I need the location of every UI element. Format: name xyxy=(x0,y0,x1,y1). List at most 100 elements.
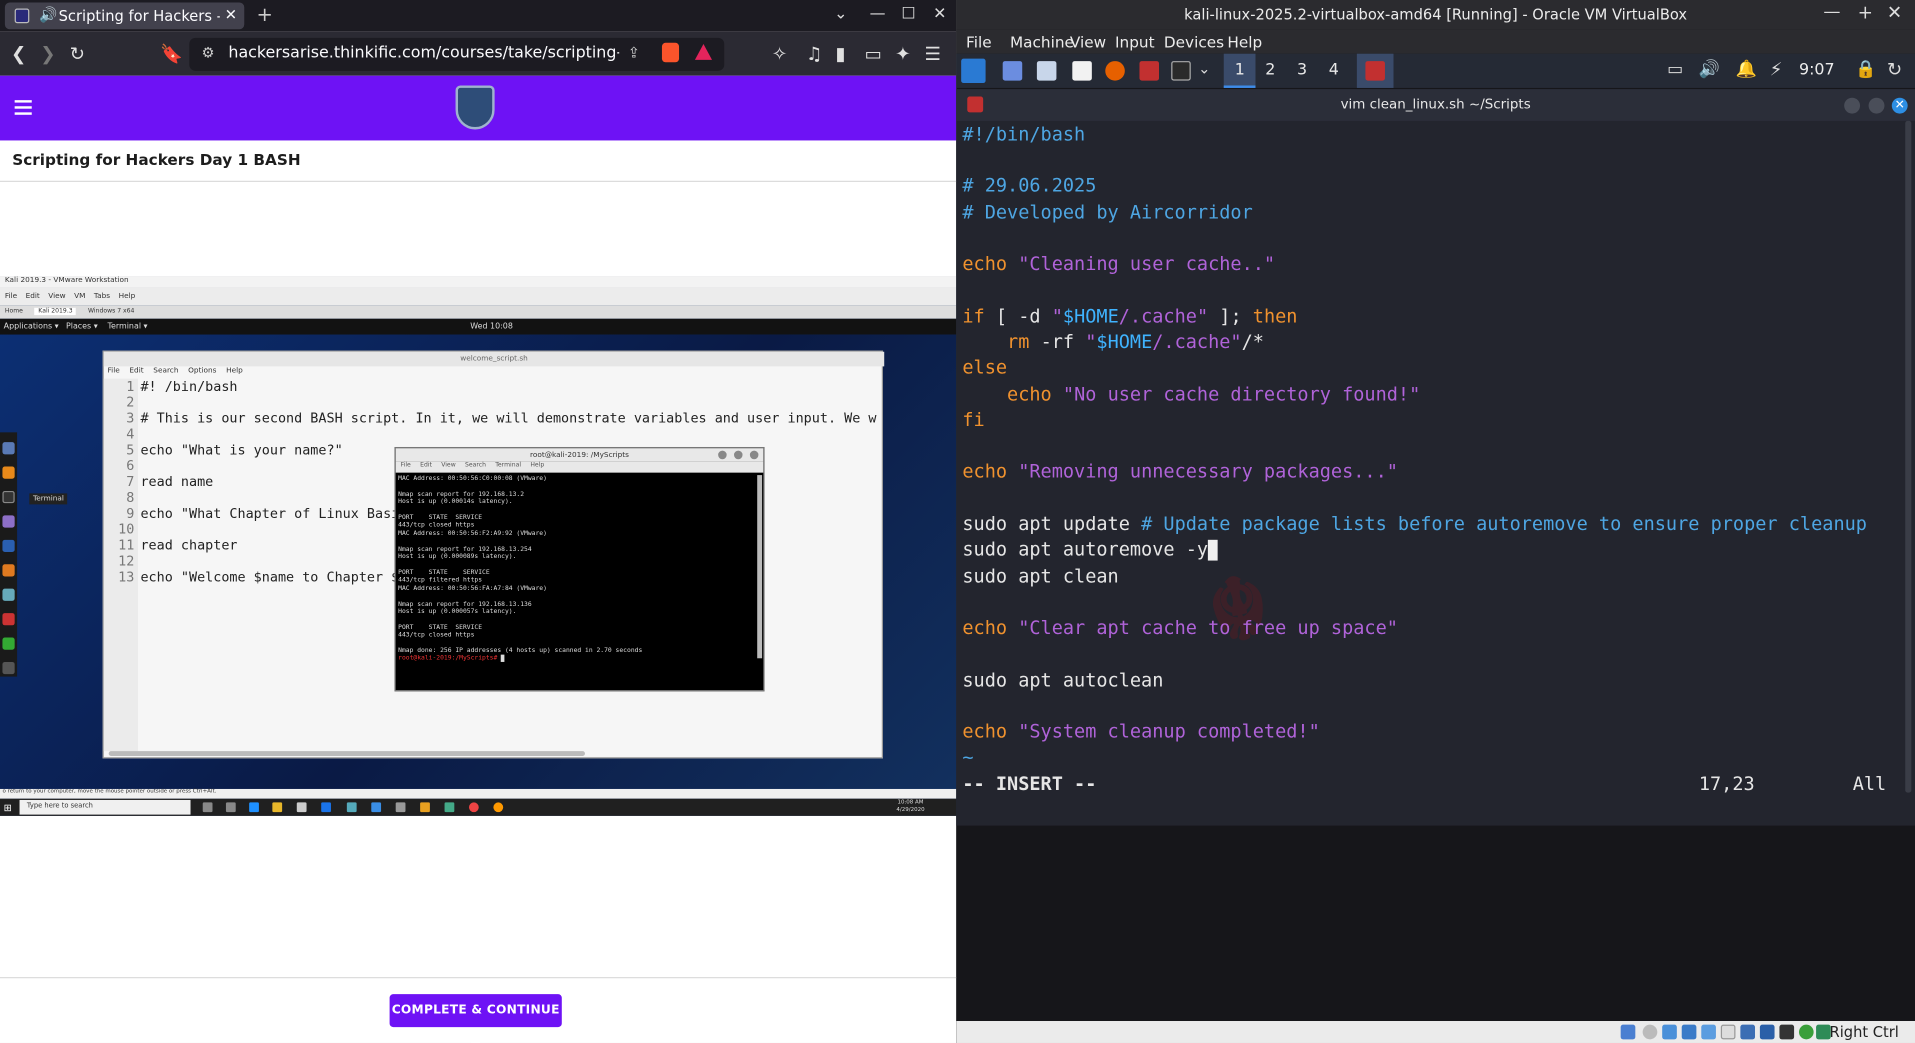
line-number: 9 xyxy=(126,505,135,522)
brave-rewards-icon[interactable] xyxy=(694,43,713,60)
terminal-minimize-icon xyxy=(718,450,727,460)
keyword: echo xyxy=(962,616,1008,639)
hamburger-menu-icon[interactable] xyxy=(14,100,32,115)
line-number: 2 xyxy=(126,394,135,411)
code-line: rm -rf "$HOME/.cache"/* xyxy=(962,331,1264,353)
guest-additions-icon[interactable] xyxy=(1798,1024,1814,1040)
cpu-icon[interactable] xyxy=(1779,1024,1795,1040)
ai-icon[interactable]: ✦ xyxy=(895,43,910,65)
close-icon[interactable]: ✕ xyxy=(933,5,946,23)
shared-folders-icon[interactable] xyxy=(1720,1024,1736,1040)
virtualbox-window: kali-linux-2025.2-virtualbox-amd64 [Runn… xyxy=(956,0,1915,1043)
terminal-icon[interactable] xyxy=(1171,61,1191,81)
menu-icon[interactable]: ☰ xyxy=(925,43,941,65)
string: "Clear apt cache to free up space" xyxy=(1007,616,1398,639)
display-icon[interactable]: ▭ xyxy=(1667,60,1683,80)
code-line: fi xyxy=(962,409,985,432)
new-tab-icon[interactable]: + xyxy=(256,2,272,25)
vm-menu-file: File xyxy=(4,291,18,301)
workspace-3[interactable]: 3 xyxy=(1297,61,1307,79)
vbox-menu-file[interactable]: File xyxy=(966,33,992,51)
gedit-menubar: File Edit Search Options Help xyxy=(104,366,884,378)
string: "Cleaning user cache.." xyxy=(1007,252,1276,275)
brave-shield-icon[interactable] xyxy=(661,42,680,63)
workspace-2[interactable]: 2 xyxy=(1265,61,1275,79)
terminal-menu-view: View xyxy=(441,461,456,469)
usb-icon[interactable] xyxy=(1701,1024,1716,1040)
host-key-label: Right Ctrl xyxy=(1829,1023,1899,1041)
vbox-close-icon[interactable]: ✕ xyxy=(1887,1,1902,23)
firefox-icon[interactable] xyxy=(1105,61,1125,81)
show-desktop-icon[interactable] xyxy=(1002,61,1023,81)
gedit-menu-options: Options xyxy=(188,366,217,375)
vim-maximize-icon[interactable] xyxy=(1868,97,1885,114)
panel-clock[interactable]: 9:07 xyxy=(1799,61,1835,79)
bookmark-icon[interactable]: 🔖 xyxy=(160,43,183,65)
wallet-icon[interactable]: ▭ xyxy=(865,43,882,65)
file-manager-icon[interactable] xyxy=(1036,61,1057,81)
tab-list-icon[interactable]: ⌄ xyxy=(834,5,847,23)
code-line: echo "Removing unnecessary packages..." xyxy=(962,460,1398,482)
address-bar[interactable]: ⚙ hackersarise.thinkific.com/courses/tak… xyxy=(189,37,725,71)
media-icon[interactable]: ♫ xyxy=(806,43,822,65)
site-info-icon[interactable]: ⚙ xyxy=(202,44,215,61)
text: sudo apt autoremove -y xyxy=(962,538,1209,561)
speaker-icon[interactable]: 🔊 xyxy=(39,6,57,23)
terminal-menu-terminal: Terminal xyxy=(495,461,522,469)
extensions-icon[interactable]: ✧ xyxy=(772,43,787,65)
vbox-minimize-icon[interactable]: — xyxy=(1823,2,1840,22)
complete-continue-button[interactable]: COMPLETE & CONTINUE → xyxy=(389,994,562,1043)
line-number: 13 xyxy=(118,569,135,586)
vbox-menu-devices[interactable]: Devices xyxy=(1164,33,1224,51)
app-icon xyxy=(2,515,15,528)
browser-window: 🔊 Scripting for Hackers - Hac ✕ + ⌄ — ☐ … xyxy=(0,0,957,1043)
vim-minimize-icon[interactable] xyxy=(1844,97,1861,114)
optical-drive-icon[interactable] xyxy=(1642,1024,1658,1040)
text-editor-icon[interactable] xyxy=(1072,61,1092,81)
vim-close-icon[interactable]: ✕ xyxy=(1891,97,1908,114)
close-tab-icon[interactable]: ✕ xyxy=(225,6,237,23)
vbox-maximize-icon[interactable]: + xyxy=(1858,1,1873,23)
maximize-icon[interactable]: ☐ xyxy=(901,5,915,23)
terminal-scrollbar xyxy=(757,475,763,659)
notification-icon[interactable]: 🔔 xyxy=(1735,60,1756,80)
kali-menu-icon[interactable] xyxy=(961,58,986,84)
sidebar-icon[interactable]: ▮ xyxy=(835,43,845,65)
vbox-menu-machine[interactable]: Machine xyxy=(1010,33,1074,51)
app-icon[interactable] xyxy=(1139,61,1160,81)
hard-disk-icon[interactable] xyxy=(1620,1024,1636,1040)
windows-search: Type here to search xyxy=(19,799,191,815)
vm-menubar: File Edit View VM Tabs Help xyxy=(0,287,957,306)
logout-icon[interactable]: ↻ xyxy=(1887,59,1902,81)
vbox-menu-view[interactable]: View xyxy=(1070,33,1106,51)
share-icon[interactable]: ⇪ xyxy=(628,44,640,61)
audio-icon[interactable] xyxy=(1662,1024,1677,1040)
power-manager-icon[interactable]: ⚡ xyxy=(1770,59,1783,81)
lock-icon[interactable]: 🔒 xyxy=(1855,60,1876,80)
vim-editor[interactable]: #!/bin/bash # 29.06.2025 # Developed by … xyxy=(956,121,1915,826)
vm-menu-vm: VM xyxy=(74,291,86,301)
gedit-menu-search: Search xyxy=(153,366,179,375)
terminal-menu-search: Search xyxy=(464,461,486,469)
display-status-icon[interactable] xyxy=(1740,1024,1756,1040)
taskbar-app-icon xyxy=(249,802,259,813)
reload-icon[interactable]: ↻ xyxy=(70,43,85,65)
vim-scrollbar[interactable] xyxy=(1905,120,1912,793)
vbox-menu-input[interactable]: Input xyxy=(1115,33,1155,51)
browser-tab[interactable]: 🔊 Scripting for Hackers - Hac ✕ xyxy=(4,2,245,30)
volume-icon[interactable]: 🔊 xyxy=(1699,60,1720,80)
network-icon[interactable] xyxy=(1681,1024,1697,1040)
workspace-4[interactable]: 4 xyxy=(1329,61,1339,79)
forward-icon[interactable]: ❯ xyxy=(40,43,55,65)
vbox-menu-help[interactable]: Help xyxy=(1227,33,1262,51)
back-icon[interactable]: ❮ xyxy=(11,43,26,65)
minimize-icon[interactable]: — xyxy=(870,5,886,23)
text: /* xyxy=(1241,330,1264,353)
metasploit-icon xyxy=(2,539,15,553)
app-grid-icon xyxy=(2,661,15,675)
code-line: # This is our second BASH script. In it,… xyxy=(140,410,877,427)
chevron-down-icon[interactable]: ⌄ xyxy=(1198,60,1210,77)
code-line: # Developed by Aircorridor xyxy=(962,201,1253,224)
recording-icon[interactable] xyxy=(1759,1024,1775,1040)
hackers-arise-logo[interactable] xyxy=(455,85,495,130)
